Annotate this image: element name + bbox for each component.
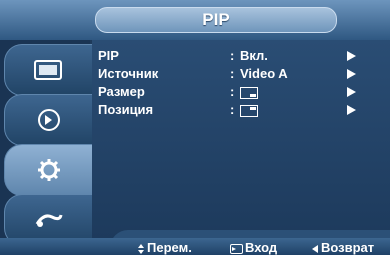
pip-osd-screen: PIP PIP: Вкл. Источник: Video A Размер…	[0, 0, 390, 255]
row-size[interactable]: Размер :	[92, 84, 390, 100]
row-value: Video A	[240, 66, 288, 81]
input-icon	[35, 214, 63, 227]
row-colon: :	[230, 84, 235, 99]
help-back: Возврат	[312, 241, 374, 255]
sidebar-tab-setup[interactable]	[4, 144, 93, 196]
back-arrow-icon	[312, 244, 318, 253]
help-move-text: Перем.	[147, 240, 192, 255]
title-bar: PIP	[0, 0, 390, 40]
help-bar: Перем. Вход Возврат	[0, 238, 390, 255]
right-arrow-icon	[347, 87, 356, 97]
row-colon: :	[230, 48, 235, 63]
gear-icon	[38, 159, 60, 181]
enter-icon	[230, 243, 243, 254]
sidebar-tab-picture[interactable]	[4, 44, 93, 96]
picture-icon	[34, 60, 62, 80]
help-enter-text: Вход	[245, 240, 278, 255]
row-label: Размер	[98, 84, 145, 99]
right-arrow-icon	[347, 69, 356, 79]
row-position[interactable]: Позиция :	[92, 102, 390, 118]
row-label: Позиция	[98, 102, 154, 117]
row-value: Вкл.	[240, 48, 268, 63]
sidebar-tab-sound[interactable]	[4, 94, 93, 146]
size-icon	[240, 84, 258, 100]
right-arrow-icon	[347, 51, 356, 61]
sound-icon	[38, 109, 60, 131]
updown-arrows-icon	[138, 243, 145, 254]
row-label: Источник	[98, 66, 159, 81]
help-enter: Вход	[230, 241, 277, 255]
row-pip[interactable]: PIP : Вкл.	[92, 48, 390, 64]
row-label: PIP	[98, 48, 119, 63]
help-move: Перем.	[138, 241, 192, 255]
row-colon: :	[230, 66, 235, 81]
pip-settings-panel: PIP : Вкл. Источник : Video A Размер : П…	[92, 40, 390, 240]
sidebar	[0, 40, 93, 246]
position-icon	[240, 102, 258, 118]
right-arrow-icon	[347, 105, 356, 115]
menu-title: PIP	[95, 7, 337, 33]
row-colon: :	[230, 102, 235, 117]
help-back-text: Возврат	[321, 240, 375, 255]
row-source[interactable]: Источник : Video A	[92, 66, 390, 82]
